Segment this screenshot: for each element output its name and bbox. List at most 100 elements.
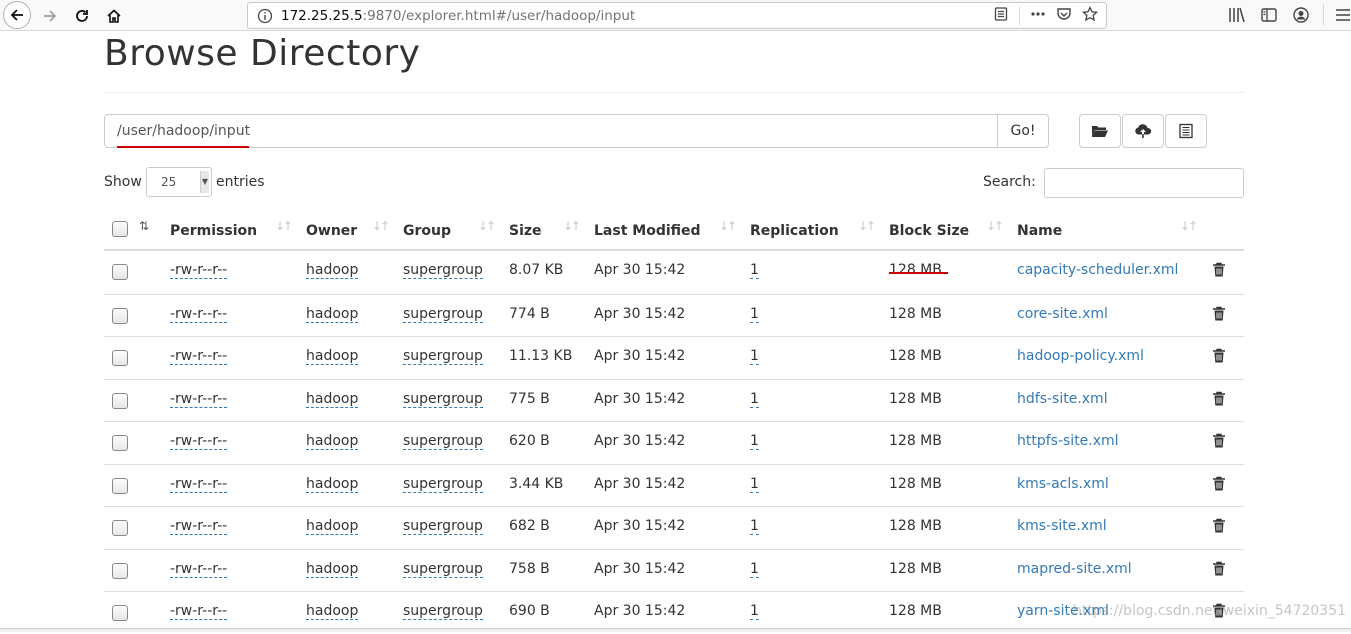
trash-icon[interactable] (1212, 518, 1226, 538)
group-cell[interactable]: supergroup (403, 476, 483, 493)
replication-cell[interactable]: 1 (750, 518, 759, 535)
go-button[interactable]: Go! (997, 114, 1049, 148)
reader-view-icon[interactable] (993, 6, 1009, 26)
owner-cell[interactable]: hadoop (306, 603, 359, 620)
header-group[interactable]: Group (403, 223, 451, 239)
trash-icon[interactable] (1212, 476, 1226, 496)
sidebar-icon[interactable] (1260, 6, 1278, 28)
search-input[interactable] (1044, 168, 1244, 198)
group-cell[interactable]: supergroup (403, 433, 483, 450)
owner-cell[interactable]: hadoop (306, 348, 359, 365)
owner-cell[interactable]: hadoop (306, 262, 359, 279)
row-checkbox[interactable] (112, 477, 128, 494)
owner-cell[interactable]: hadoop (306, 518, 359, 535)
permission-cell[interactable]: -rw-r--r-- (170, 348, 228, 365)
group-cell[interactable]: supergroup (403, 391, 483, 408)
sort-icon[interactable]: ↓↑ (1180, 219, 1198, 233)
sort-icon[interactable]: ↓↑ (372, 219, 390, 233)
row-checkbox[interactable] (112, 350, 128, 366)
group-cell[interactable]: supergroup (403, 262, 483, 279)
reload-button[interactable] (69, 3, 95, 29)
upload-button[interactable] (1122, 114, 1164, 148)
file-name-link[interactable]: kms-site.xml (1017, 518, 1107, 534)
header-last-modified[interactable]: Last Modified (594, 223, 701, 239)
more-actions-icon[interactable] (1030, 6, 1046, 26)
home-button[interactable] (101, 3, 127, 29)
replication-cell[interactable]: 1 (750, 348, 759, 365)
permission-cell[interactable]: -rw-r--r-- (170, 518, 228, 535)
library-icon[interactable] (1228, 6, 1246, 28)
sort-icon[interactable]: ⇅ (139, 219, 149, 233)
owner-cell[interactable]: hadoop (306, 476, 359, 493)
owner-cell[interactable]: hadoop (306, 561, 359, 578)
owner-cell[interactable]: hadoop (306, 306, 359, 323)
file-name-link[interactable]: capacity-scheduler.xml (1017, 262, 1178, 278)
trash-icon[interactable] (1212, 433, 1226, 453)
group-cell[interactable]: supergroup (403, 561, 483, 578)
entries-per-page-select[interactable]: 25 ▼ (146, 167, 212, 197)
address-bar[interactable]: 172.25.25.5:9870/explorer.html#/user/had… (247, 2, 1107, 29)
header-name[interactable]: Name (1017, 223, 1062, 239)
file-name-link[interactable]: hadoop-policy.xml (1017, 348, 1144, 364)
back-button[interactable] (3, 1, 31, 29)
row-checkbox[interactable] (112, 392, 128, 409)
select-all-checkbox[interactable] (112, 221, 128, 237)
trash-icon[interactable] (1212, 391, 1226, 411)
forward-button[interactable] (37, 3, 63, 29)
replication-cell[interactable]: 1 (750, 476, 759, 493)
create-directory-button[interactable] (1079, 114, 1121, 148)
info-icon[interactable] (257, 8, 273, 28)
file-name-link[interactable]: hdfs-site.xml (1017, 391, 1108, 407)
permission-cell[interactable]: -rw-r--r-- (170, 306, 228, 323)
url-text[interactable]: 172.25.25.5:9870/explorer.html#/user/had… (281, 8, 635, 24)
permission-cell[interactable]: -rw-r--r-- (170, 391, 228, 408)
header-block-size[interactable]: Block Size (889, 223, 969, 239)
owner-cell[interactable]: hadoop (306, 433, 359, 450)
header-replication[interactable]: Replication (750, 223, 839, 239)
directory-path-input[interactable] (104, 114, 998, 148)
permission-cell[interactable]: -rw-r--r-- (170, 603, 228, 620)
sort-icon[interactable]: ↓↑ (986, 219, 1004, 233)
pocket-icon[interactable] (1056, 6, 1072, 26)
permission-cell[interactable]: -rw-r--r-- (170, 262, 228, 279)
header-owner[interactable]: Owner (306, 223, 357, 239)
replication-cell[interactable]: 1 (750, 433, 759, 450)
sort-icon[interactable]: ↓↑ (858, 219, 876, 233)
sort-icon[interactable]: ↓↑ (719, 219, 737, 233)
horizontal-scrollbar[interactable] (0, 628, 1351, 632)
group-cell[interactable]: supergroup (403, 518, 483, 535)
bookmark-star-icon[interactable] (1081, 5, 1099, 26)
row-checkbox[interactable] (112, 562, 128, 579)
permission-cell[interactable]: -rw-r--r-- (170, 561, 228, 578)
replication-cell[interactable]: 1 (750, 262, 759, 279)
replication-cell[interactable]: 1 (750, 603, 759, 620)
trash-icon[interactable] (1212, 561, 1226, 581)
sort-icon[interactable]: ↓↑ (275, 219, 293, 233)
row-checkbox[interactable] (112, 307, 128, 324)
trash-icon[interactable] (1212, 262, 1226, 282)
header-permission[interactable]: Permission (170, 223, 257, 239)
row-checkbox[interactable] (112, 435, 128, 451)
replication-cell[interactable]: 1 (750, 561, 759, 578)
owner-cell[interactable]: hadoop (306, 391, 359, 408)
group-cell[interactable]: supergroup (403, 348, 483, 365)
row-checkbox[interactable] (112, 520, 128, 536)
menu-icon[interactable] (1335, 6, 1351, 28)
file-name-link[interactable]: httpfs-site.xml (1017, 433, 1119, 449)
sort-icon[interactable]: ↓↑ (563, 219, 581, 233)
header-size[interactable]: Size (509, 223, 542, 239)
sort-icon[interactable]: ↓↑ (478, 219, 496, 233)
file-name-link[interactable]: mapred-site.xml (1017, 561, 1132, 577)
permission-cell[interactable]: -rw-r--r-- (170, 433, 228, 450)
file-name-link[interactable]: kms-acls.xml (1017, 476, 1109, 492)
trash-icon[interactable] (1212, 306, 1226, 326)
trash-icon[interactable] (1212, 348, 1226, 368)
cut-paste-button[interactable] (1165, 114, 1207, 148)
row-checkbox[interactable] (112, 264, 128, 280)
group-cell[interactable]: supergroup (403, 306, 483, 323)
account-icon[interactable] (1292, 6, 1310, 28)
permission-cell[interactable]: -rw-r--r-- (170, 476, 228, 493)
group-cell[interactable]: supergroup (403, 603, 483, 620)
replication-cell[interactable]: 1 (750, 391, 759, 408)
row-checkbox[interactable] (112, 605, 128, 621)
